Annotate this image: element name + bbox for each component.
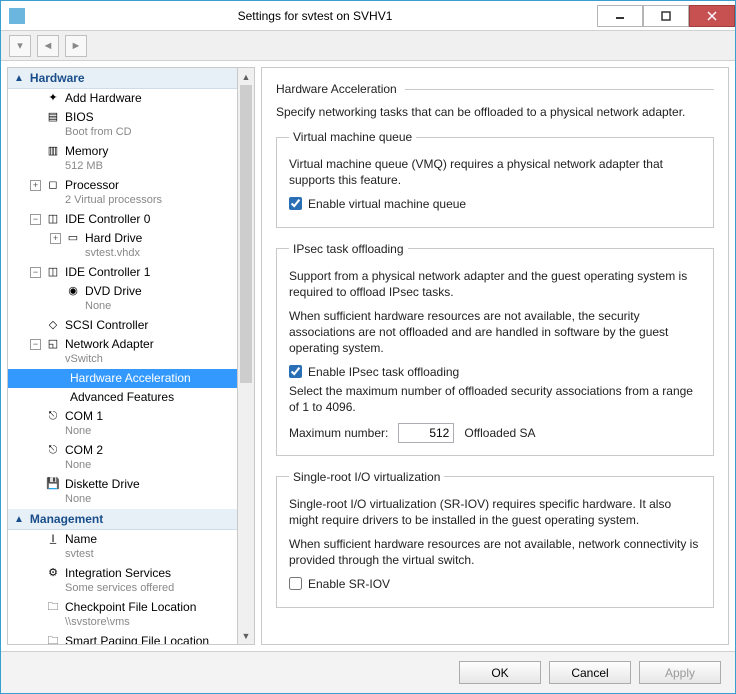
toolbar: ▾ ◄ ►	[1, 31, 735, 61]
toolbar-dropdown[interactable]: ▾	[9, 35, 31, 57]
com-port-icon: ⎋	[45, 443, 61, 457]
window-title: Settings for svtest on SVHV1	[33, 9, 597, 23]
section-label: Hardware	[30, 71, 85, 85]
scroll-up-button[interactable]: ▲	[238, 68, 254, 85]
processor-icon: ◻	[45, 178, 61, 192]
vmq-checkbox-label: Enable virtual machine queue	[308, 197, 466, 211]
section-label: Management	[30, 512, 103, 526]
vmq-desc: Virtual machine queue (VMQ) requires a p…	[289, 156, 701, 188]
hard-drive-icon: ▭	[65, 231, 81, 245]
dvd-icon: ◉	[65, 284, 81, 298]
tree-diskette[interactable]: 💾 Diskette DriveNone	[8, 475, 237, 509]
ipsec-desc1: Support from a physical network adapter …	[289, 268, 701, 300]
max-number-input[interactable]	[398, 423, 454, 443]
tree-ide0[interactable]: −◫ IDE Controller 0	[8, 210, 237, 229]
folder-icon: 🗀	[45, 634, 61, 645]
ok-button[interactable]: OK	[459, 661, 541, 684]
dialog-footer: OK Cancel Apply	[1, 651, 735, 693]
collapse-icon: ▲	[14, 73, 24, 84]
sriov-group: Single-root I/O virtualization Single-ro…	[276, 470, 714, 608]
ipsec-checkbox-row[interactable]: Enable IPsec task offloading	[289, 365, 701, 379]
com-port-icon: ⎋	[45, 409, 61, 423]
vmq-checkbox[interactable]	[289, 197, 302, 210]
controller-icon: ◫	[45, 265, 61, 279]
apply-button[interactable]: Apply	[639, 661, 721, 684]
sriov-checkbox-label: Enable SR-IOV	[308, 577, 390, 591]
tree-com2[interactable]: ⎋ COM 2None	[8, 441, 237, 475]
sriov-checkbox[interactable]	[289, 577, 302, 590]
controller-icon: ◫	[45, 212, 61, 226]
ipsec-group: IPsec task offloading Support from a phy…	[276, 242, 714, 456]
ipsec-range-desc: Select the maximum number of offloaded s…	[289, 383, 701, 415]
app-icon	[9, 8, 25, 24]
add-hardware-icon: ✦	[45, 91, 61, 105]
vmq-checkbox-row[interactable]: Enable virtual machine queue	[289, 197, 701, 211]
close-button[interactable]	[689, 5, 735, 27]
scroll-thumb[interactable]	[240, 85, 252, 383]
tree-bios[interactable]: ▤ BIOSBoot from CD	[8, 108, 237, 142]
tree-hard-drive[interactable]: +▭ Hard Drivesvtest.vhdx	[8, 229, 237, 263]
management-section-header[interactable]: ▲ Management	[8, 509, 237, 530]
scsi-icon: ◇	[45, 318, 61, 332]
tree-scrollbar[interactable]: ▲ ▼	[238, 67, 255, 645]
toolbar-forward-button[interactable]: ►	[65, 35, 87, 57]
expand-icon[interactable]: +	[30, 180, 41, 191]
collapse-icon: ▲	[14, 514, 24, 525]
tree-name[interactable]: I̲ Namesvtest	[8, 530, 237, 564]
hardware-section-header[interactable]: ▲ Hardware	[8, 68, 237, 89]
maximize-button[interactable]	[643, 5, 689, 27]
tree-dvd-drive[interactable]: ◉ DVD DriveNone	[8, 282, 237, 316]
folder-icon: 🗀	[45, 600, 61, 614]
memory-icon: ▥	[45, 144, 61, 158]
divider	[405, 89, 714, 90]
collapse-icon[interactable]: −	[30, 339, 41, 350]
sriov-desc2: When sufficient hardware resources are n…	[289, 536, 701, 568]
intro-text: Specify networking tasks that can be off…	[276, 104, 714, 120]
ipsec-legend: IPsec task offloading	[289, 242, 408, 256]
vmq-legend: Virtual machine queue	[289, 130, 416, 144]
details-pane: Hardware Acceleration Specify networking…	[261, 67, 729, 645]
minimize-button[interactable]	[597, 5, 643, 27]
sriov-legend: Single-root I/O virtualization	[289, 470, 444, 484]
tree-hardware-acceleration[interactable]: Hardware Acceleration	[8, 369, 237, 388]
cancel-button[interactable]: Cancel	[549, 661, 631, 684]
max-number-label: Maximum number:	[289, 426, 388, 440]
network-icon: ◱	[45, 337, 61, 351]
toolbar-back-button[interactable]: ◄	[37, 35, 59, 57]
max-number-suffix: Offloaded SA	[464, 426, 535, 440]
settings-window: Settings for svtest on SVHV1 ▾ ◄ ► ▲ Har…	[0, 0, 736, 694]
name-icon: I̲	[45, 532, 61, 546]
bios-icon: ▤	[45, 110, 61, 124]
collapse-icon[interactable]: −	[30, 214, 41, 225]
pane-heading: Hardware Acceleration	[276, 82, 397, 96]
tree-com1[interactable]: ⎋ COM 1None	[8, 407, 237, 441]
tree-add-hardware[interactable]: ✦ Add Hardware	[8, 89, 237, 108]
sriov-checkbox-row[interactable]: Enable SR-IOV	[289, 577, 701, 591]
diskette-icon: 💾	[45, 477, 61, 491]
ipsec-desc2: When sufficient hardware resources are n…	[289, 308, 701, 357]
integration-icon: ⚙	[45, 566, 61, 580]
tree-scsi[interactable]: ◇ SCSI Controller	[8, 316, 237, 335]
tree-advanced-features[interactable]: Advanced Features	[8, 388, 237, 407]
tree-integration-services[interactable]: ⚙ Integration ServicesSome services offe…	[8, 564, 237, 598]
tree-memory[interactable]: ▥ Memory512 MB	[8, 142, 237, 176]
ipsec-checkbox-label: Enable IPsec task offloading	[308, 365, 459, 379]
settings-tree[interactable]: ▲ Hardware ✦ Add Hardware ▤ BIOSBoot fro…	[7, 67, 238, 645]
tree-network-adapter[interactable]: −◱ Network AdaptervSwitch	[8, 335, 237, 369]
sriov-desc1: Single-root I/O virtualization (SR-IOV) …	[289, 496, 701, 528]
tree-smart-paging[interactable]: 🗀 Smart Paging File Location\\svstore\vm…	[8, 632, 237, 645]
expand-icon[interactable]: +	[50, 233, 61, 244]
ipsec-checkbox[interactable]	[289, 365, 302, 378]
scroll-down-button[interactable]: ▼	[238, 627, 254, 644]
scroll-track[interactable]	[238, 85, 254, 627]
vmq-group: Virtual machine queue Virtual machine qu…	[276, 130, 714, 227]
tree-checkpoint-location[interactable]: 🗀 Checkpoint File Location\\svstore\vms	[8, 598, 237, 632]
tree-processor[interactable]: +◻ Processor2 Virtual processors	[8, 176, 237, 210]
tree-ide1[interactable]: −◫ IDE Controller 1	[8, 263, 237, 282]
collapse-icon[interactable]: −	[30, 267, 41, 278]
titlebar: Settings for svtest on SVHV1	[1, 1, 735, 31]
